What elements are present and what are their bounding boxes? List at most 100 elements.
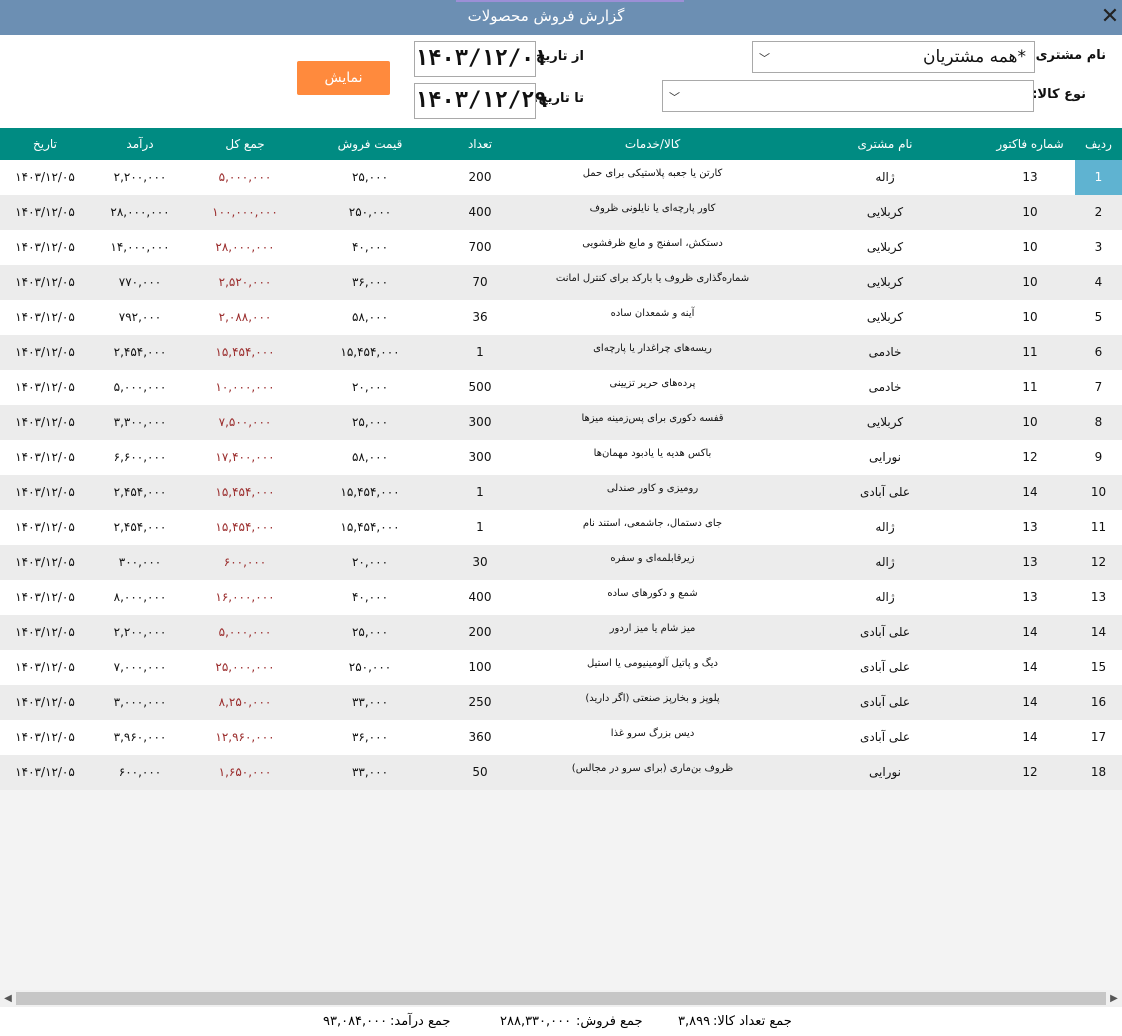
invoice-cell: 11 — [1022, 345, 1038, 359]
customer-select[interactable]: *همه مشتریان ﹀ — [752, 41, 1035, 73]
row-number-cell: 16 — [1090, 695, 1107, 709]
item-cell: قفسه دکوری برای پس‌زمینه میزها — [581, 413, 724, 424]
price-cell: ۲۵,۰۰۰ — [351, 170, 389, 184]
customer-cell: کربلایی — [866, 415, 904, 429]
invoice-cell: 11 — [1022, 380, 1038, 394]
header-item[interactable]: کالا/خدمات — [520, 128, 785, 160]
price-cell: ۲۰,۰۰۰ — [351, 380, 389, 394]
table-row[interactable]: 11 13 ژاله جای دستمال، جاشمعی، استند نام 1 ۱۵… — [0, 510, 1122, 545]
table-row[interactable]: 13 13 ژاله شمع و دکورهای ساده 400 ۴۰,۰۰۰ ۱۶,۰۰… — [0, 580, 1122, 615]
invoice-cell: 14 — [1022, 695, 1038, 709]
invoice-cell: 12 — [1022, 450, 1038, 464]
invoice-cell: 13 — [1022, 555, 1038, 569]
table-row[interactable]: 4 10 کربلایی شماره‌گذاری ظروف یا بارکد برای… — [0, 265, 1122, 300]
header-total[interactable]: جمع کل — [190, 128, 300, 160]
date-cell: ۱۴۰۳/۱۲/۰۵ — [15, 240, 75, 254]
row-number-cell: 1 — [1075, 160, 1122, 195]
report-window: گزارش فروش محصولات ✕ نام مشتری: *همه مشت… — [0, 0, 1122, 1036]
table-row[interactable]: 17 14 علی آبادی دیس بزرگ سرو غذا 360 ۳۶,۰۰۰ ۱۲… — [0, 720, 1122, 755]
price-cell: ۴۰,۰۰۰ — [351, 240, 389, 254]
customer-cell: ژاله — [875, 555, 895, 569]
price-cell: ۳۶,۰۰۰ — [351, 730, 389, 744]
price-cell: ۲۵۰,۰۰۰ — [348, 660, 392, 674]
scroll-left-icon[interactable]: ◀ — [0, 990, 16, 1007]
income-cell: ۱۴,۰۰۰,۰۰۰ — [110, 240, 170, 254]
header-price[interactable]: قیمت فروش — [300, 128, 440, 160]
customer-cell: علی آبادی — [859, 660, 910, 674]
qty-cell: 1 — [476, 485, 484, 499]
header-date[interactable]: تاریخ — [0, 128, 90, 160]
product-type-select[interactable]: ﹀ — [662, 80, 1034, 112]
item-cell: رومیزی و کاور صندلی — [606, 483, 699, 494]
header-qty[interactable]: تعداد — [440, 128, 520, 160]
price-cell: ۲۵,۰۰۰ — [351, 415, 389, 429]
customer-cell: علی آبادی — [859, 625, 910, 639]
table-row[interactable]: 12 13 ژاله زیرقابلمه‌ای و سفره 30 ۲۰,۰۰۰ ۶۰۰,۰… — [0, 545, 1122, 580]
table-row[interactable]: 7 11 خادمی پرده‌های حریر تزیینی 500 ۲۰,۰۰۰ ۱۰,… — [0, 370, 1122, 405]
table-row[interactable]: 2 10 کربلایی کاور پارچه‌ای یا نایلونی ظروف 4… — [0, 195, 1122, 230]
table-row[interactable]: 3 10 کربلایی دستکش، اسفنج و مایع ظرفشویی 700… — [0, 230, 1122, 265]
scroll-right-icon[interactable]: ▶ — [1106, 990, 1122, 1007]
invoice-cell: 12 — [1022, 765, 1038, 779]
date-cell: ۱۴۰۳/۱۲/۰۵ — [15, 485, 75, 499]
show-button[interactable]: نمایش — [297, 61, 390, 95]
table-row[interactable]: 10 14 علی آبادی رومیزی و کاور صندلی 1 ۱۵,۴۵۴,… — [0, 475, 1122, 510]
customer-cell: ژاله — [875, 170, 895, 184]
total-cell: ۱۵,۴۵۴,۰۰۰ — [215, 345, 275, 359]
qty-cell: 30 — [472, 555, 488, 569]
chevron-down-icon: ﹀ — [669, 91, 680, 104]
product-type-label: نوع کالا: — [1032, 87, 1086, 102]
close-icon[interactable]: ✕ — [1098, 4, 1122, 30]
table-row[interactable]: 6 11 خادمی ریسه‌های چراغدار یا پارچه‌ای 1 ۱۵,… — [0, 335, 1122, 370]
price-cell: ۵۸,۰۰۰ — [351, 450, 389, 464]
qty-cell: 1 — [476, 520, 484, 534]
customer-cell: خادمی — [868, 345, 902, 359]
table-row[interactable]: 16 14 علی آبادی پلوپز و بخارپز صنعتی (اگر د… — [0, 685, 1122, 720]
income-cell: ۲,۴۵۴,۰۰۰ — [113, 345, 167, 359]
date-cell: ۱۴۰۳/۱۲/۰۵ — [15, 450, 75, 464]
qty-cell: 360 — [468, 730, 492, 744]
income-cell: ۳۰۰,۰۰۰ — [118, 555, 162, 569]
from-date-input[interactable]: ۱۴۰۳/۱۲/۰۱ — [414, 41, 547, 77]
qty-cell: 250 — [468, 695, 492, 709]
income-cell: ۲,۲۰۰,۰۰۰ — [113, 170, 167, 184]
qty-cell: 700 — [468, 240, 492, 254]
table-row[interactable]: 8 10 کربلایی قفسه دکوری برای پس‌زمینه میزها… — [0, 405, 1122, 440]
invoice-cell: 10 — [1022, 205, 1038, 219]
table-row[interactable]: 1 13 ژاله کارتن یا جعبه پلاستیکی برای حمل 20… — [0, 160, 1122, 195]
header-invoice[interactable]: شماره فاکتور — [985, 128, 1075, 160]
item-cell: شمع و دکورهای ساده — [607, 588, 698, 599]
row-number-cell: 9 — [1094, 450, 1103, 464]
date-cell: ۱۴۰۳/۱۲/۰۵ — [15, 170, 75, 184]
header-row-number[interactable]: ردیف — [1075, 128, 1122, 160]
qty-cell: 50 — [472, 765, 488, 779]
to-date-input[interactable]: ۱۴۰۳/۱۲/۲۹ — [414, 83, 547, 119]
header-customer[interactable]: نام مشتری — [785, 128, 985, 160]
table-row[interactable]: 15 14 علی آبادی دیگ و پاتیل آلومینیومی یا ا… — [0, 650, 1122, 685]
date-cell: ۱۴۰۳/۱۲/۰۵ — [15, 730, 75, 744]
price-cell: ۴۰,۰۰۰ — [351, 590, 389, 604]
table-row[interactable]: 18 12 نورایی ظروف بن‌ماری (برای سرو در مجال… — [0, 755, 1122, 790]
header-income[interactable]: درآمد — [90, 128, 190, 160]
row-number-cell: 2 — [1094, 205, 1103, 219]
filter-panel: نام مشتری: *همه مشتریان ﹀ نوع کالا: ﹀ از… — [0, 35, 1122, 127]
item-cell: کاور پارچه‌ای یا نایلونی ظروف — [589, 203, 716, 214]
scrollbar-thumb[interactable] — [16, 992, 1106, 1005]
qty-cell: 1 — [476, 345, 484, 359]
table-row[interactable]: 14 14 علی آبادی میز شام یا میز اردور 200 ۲۵,۰… — [0, 615, 1122, 650]
total-cell: ۶۰۰,۰۰۰ — [223, 555, 267, 569]
customer-cell: کربلایی — [866, 240, 904, 254]
income-cell: ۲,۲۰۰,۰۰۰ — [113, 625, 167, 639]
grid-header: ردیف شماره فاکتور نام مشتری کالا/خدمات ت… — [0, 128, 1122, 160]
table-row[interactable]: 9 12 نورایی باکس هدیه یا یادبود مهمان‌ها 300… — [0, 440, 1122, 475]
horizontal-scrollbar[interactable]: ◀ ▶ — [0, 990, 1122, 1007]
summary-bar: ۳,۸۹۹ جمع تعداد کالا: ۲۸۸,۳۳۰,۰۰۰ جمع فر… — [0, 1007, 1122, 1036]
table-row[interactable]: 5 10 کربلایی آینه و شمعدان ساده 36 ۵۸,۰۰۰ ۲,۰۸… — [0, 300, 1122, 335]
total-sales-label: جمع فروش: — [576, 1014, 643, 1029]
item-cell: ظروف بن‌ماری (برای سرو در مجالس) — [571, 763, 734, 774]
row-number-cell: 18 — [1090, 765, 1107, 779]
total-sales-value: ۲۸۸,۳۳۰,۰۰۰ — [500, 1014, 572, 1029]
income-cell: ۶۰۰,۰۰۰ — [118, 765, 162, 779]
total-cell: ۲,۰۸۸,۰۰۰ — [218, 310, 272, 324]
price-cell: ۱۵,۴۵۴,۰۰۰ — [340, 345, 400, 359]
